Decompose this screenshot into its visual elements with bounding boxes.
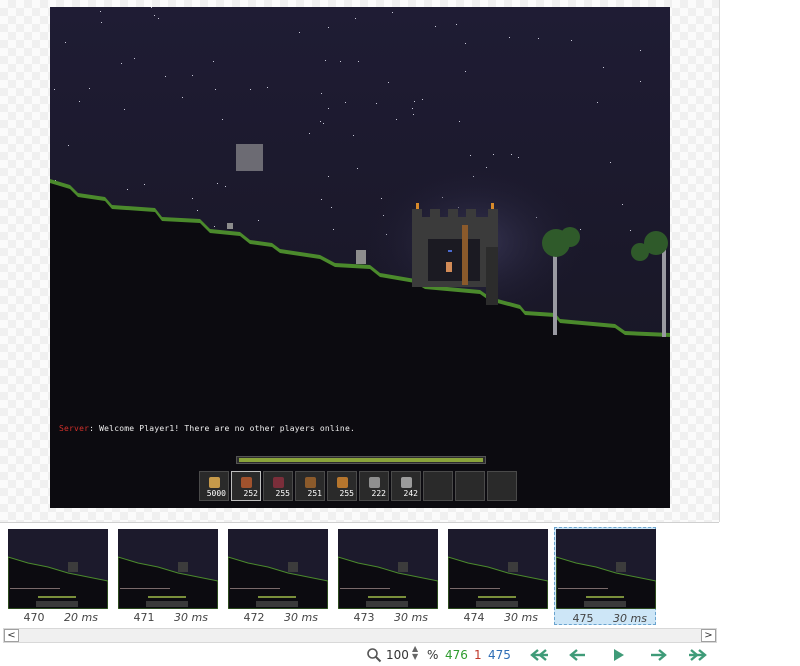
play-button[interactable] — [612, 647, 626, 663]
frame-number: 471 — [133, 611, 155, 624]
zoom-stepper-icon[interactable]: ▲ ▼ — [412, 645, 418, 661]
hotbar-item-icon — [305, 477, 316, 488]
frame-thumbnail-item[interactable]: 473 30 ms — [336, 527, 438, 625]
thumbnail-castle — [508, 562, 518, 572]
zoom-value[interactable]: 100 — [386, 648, 409, 662]
thumbnail-chat-line — [120, 588, 170, 589]
frame-thumbnail-image — [556, 529, 656, 609]
current-frame-number: 475 — [488, 648, 511, 662]
frame-preview-area: Server: Welcome Player1! There are no ot… — [0, 0, 720, 522]
thumbnail-hotbar — [146, 601, 188, 607]
frame-number: 472 — [243, 611, 265, 624]
hotbar-item-quantity: 255 — [275, 489, 290, 498]
chat-text: : Welcome Player1! There are no other pl… — [89, 424, 355, 433]
thumbnail-health-bar — [368, 596, 406, 598]
thumbnail-castle — [178, 562, 188, 572]
thumbnail-hotbar — [584, 601, 626, 607]
hotbar-item-quantity: 5000 — [206, 489, 226, 498]
health-bar — [236, 456, 486, 464]
hotbar-slot[interactable]: 255 — [263, 471, 293, 501]
thumbnail-castle — [68, 562, 78, 572]
total-frames-count: 476 — [445, 648, 468, 662]
frame-delay: 30 ms — [394, 611, 428, 624]
hotbar-item-quantity: 222 — [371, 489, 386, 498]
thumbnail-castle — [288, 562, 298, 572]
hotbar-item-quantity: 252 — [243, 489, 258, 498]
hotbar-item-icon — [273, 477, 284, 488]
hotbar-item-icon — [369, 477, 380, 488]
frame-thumbnail-item[interactable]: 470 20 ms — [6, 527, 108, 625]
frame-delay: 30 ms — [504, 611, 538, 624]
thumbnail-hotbar — [36, 601, 78, 607]
hotbar-item-icon — [241, 477, 252, 488]
frames-strip: 470 20 ms 471 30 ms 472 30 ms 473 30 ms 474 30 ms… — [0, 522, 719, 629]
hotbar-slot[interactable]: 255 — [327, 471, 357, 501]
frame-thumbnail-image — [228, 529, 328, 609]
frame-thumbnail-image — [338, 529, 438, 609]
frame-number: 473 — [353, 611, 375, 624]
chat-sender: Server — [59, 424, 90, 433]
hotbar-slot[interactable]: 242 — [391, 471, 421, 501]
last-frame-button[interactable] — [687, 647, 709, 663]
thumbnail-hotbar — [366, 601, 408, 607]
thumbnail-health-bar — [478, 596, 516, 598]
hotbar-item-icon — [209, 477, 220, 488]
hotbar-slot[interactable]: 5000 — [199, 471, 229, 501]
hotbar-slot[interactable]: 252 — [231, 471, 261, 501]
hotbar-slot[interactable]: 222 — [359, 471, 389, 501]
status-bar: 100 ▲ ▼ % 476 1 475 — [0, 644, 719, 666]
thumbnail-hotbar — [476, 601, 518, 607]
thumbnail-chat-line — [10, 588, 60, 589]
frame-delay: 30 ms — [174, 611, 208, 624]
chat-message: Server: Welcome Player1! There are no ot… — [59, 424, 355, 433]
thumbnail-hotbar — [256, 601, 298, 607]
hotbar-item-icon — [337, 477, 348, 488]
frame-thumbnail-item[interactable]: 475 30 ms — [554, 527, 656, 625]
hotbar-item-icon — [401, 477, 412, 488]
thumbnail-chat-line — [450, 588, 500, 589]
scroll-right-button[interactable]: > — [701, 629, 716, 642]
frame-delay: 30 ms — [284, 611, 318, 624]
selected-frames-count: 1 — [474, 648, 482, 662]
scroll-left-button[interactable]: < — [4, 629, 19, 642]
hotbar-item-quantity: 251 — [307, 489, 322, 498]
hotbar-slot[interactable] — [423, 471, 453, 501]
zoom-unit: % — [427, 648, 439, 662]
thumbnail-chat-line — [558, 588, 608, 589]
frame-thumbnail-item[interactable]: 471 30 ms — [116, 527, 218, 625]
frame-number: 470 — [23, 611, 45, 624]
thumbnail-health-bar — [586, 596, 624, 598]
frame-thumbnail-image — [118, 529, 218, 609]
next-frame-button[interactable] — [648, 647, 668, 663]
frame-delay: 30 ms — [613, 612, 647, 625]
thumbnail-castle — [616, 562, 626, 572]
hotbar-slot[interactable] — [487, 471, 517, 501]
thumbnail-chat-line — [340, 588, 390, 589]
game-frame-canvas: Server: Welcome Player1! There are no ot… — [50, 7, 670, 508]
hotbar-item-quantity: 255 — [339, 489, 354, 498]
thumbnail-health-bar — [38, 596, 76, 598]
frame-thumbnail-image — [8, 529, 108, 609]
previous-frame-button[interactable] — [568, 647, 588, 663]
frame-thumbnail-item[interactable]: 474 30 ms — [446, 527, 548, 625]
health-bar-fill — [239, 458, 483, 462]
hotbar-slot[interactable] — [455, 471, 485, 501]
thumbnail-health-bar — [258, 596, 296, 598]
frames-horizontal-scrollbar[interactable]: < > — [3, 628, 717, 643]
frame-thumbnail-item[interactable]: 472 30 ms — [226, 527, 328, 625]
frame-thumbnail-image — [448, 529, 548, 609]
frame-number: 475 — [572, 612, 594, 625]
first-frame-button[interactable] — [528, 647, 550, 663]
hotbar-item-quantity: 242 — [403, 489, 418, 498]
inventory-hotbar: 5000 252 255 251 255 222 242 — [199, 471, 517, 501]
thumbnail-chat-line — [230, 588, 280, 589]
frame-number: 474 — [463, 611, 485, 624]
hotbar-slot[interactable]: 251 — [295, 471, 325, 501]
thumbnail-health-bar — [148, 596, 186, 598]
frame-delay: 20 ms — [64, 611, 98, 624]
zoom-icon[interactable] — [366, 647, 382, 666]
thumbnail-castle — [398, 562, 408, 572]
